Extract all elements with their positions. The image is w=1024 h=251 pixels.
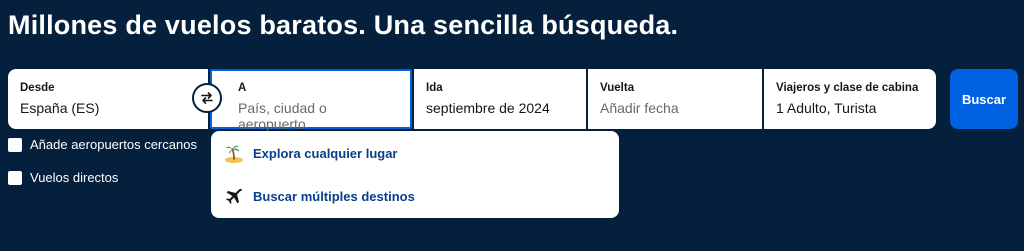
from-label: Desde — [20, 82, 55, 94]
island-icon — [223, 142, 245, 164]
depart-field[interactable]: Ida septiembre de 2024 — [414, 69, 586, 129]
depart-value: septiembre de 2024 — [426, 100, 550, 116]
to-field[interactable]: A País, ciudad o aeropuerto — [210, 69, 412, 132]
direct-flights-checkbox[interactable] — [8, 170, 22, 185]
to-label: A — [238, 82, 247, 94]
explore-anywhere-item[interactable]: Explora cualquier lugar — [223, 142, 398, 164]
direct-flights-option[interactable]: Vuelos directos — [8, 170, 118, 185]
plane-icon — [223, 185, 245, 207]
multi-destination-item[interactable]: Buscar múltiples destinos — [223, 185, 415, 207]
nearby-airports-label: Añade aeropuertos cercanos — [30, 137, 197, 152]
return-field[interactable]: Vuelta Añadir fecha — [588, 69, 762, 129]
swap-button[interactable] — [192, 83, 222, 113]
nearby-airports-option[interactable]: Añade aeropuertos cercanos — [8, 137, 197, 152]
from-value: España (ES) — [20, 100, 100, 116]
depart-label: Ida — [426, 82, 443, 94]
search-button[interactable]: Buscar — [950, 69, 1018, 129]
travellers-label: Viajeros y clase de cabina — [776, 82, 919, 94]
swap-icon — [201, 92, 213, 104]
to-placeholder: País, ciudad o aeropuerto — [238, 100, 327, 132]
direct-flights-label: Vuelos directos — [30, 170, 119, 185]
return-placeholder: Añadir fecha — [600, 100, 679, 116]
travellers-value: 1 Adulto, Turista — [776, 100, 877, 116]
explore-anywhere-label: Explora cualquier lugar — [253, 145, 398, 161]
travellers-field[interactable]: Viajeros y clase de cabina 1 Adulto, Tur… — [764, 69, 936, 129]
destination-dropdown: Explora cualquier lugar Buscar múltiples… — [211, 131, 619, 218]
return-label: Vuelta — [600, 82, 635, 94]
nearby-airports-checkbox[interactable] — [8, 137, 22, 152]
from-field[interactable]: Desde España (ES) — [8, 69, 208, 129]
page-title: Millones de vuelos baratos. Una sencilla… — [8, 10, 679, 40]
multi-destination-label: Buscar múltiples destinos — [253, 188, 415, 204]
